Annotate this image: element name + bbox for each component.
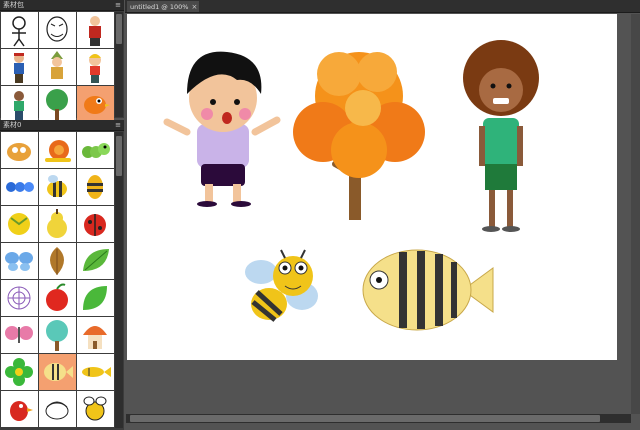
- asset-snail-bug[interactable]: [1, 132, 38, 168]
- panel-header: 素材0 ≡: [0, 120, 124, 131]
- panel-header: 素材包 ≡: [0, 0, 124, 11]
- panel-scrollbar[interactable]: [115, 12, 123, 117]
- asset-striped-bee[interactable]: [77, 169, 114, 205]
- asset-green-leaf[interactable]: [77, 243, 114, 279]
- asset-yellow-pear[interactable]: [39, 206, 76, 242]
- asset-gnome-girl[interactable]: [39, 49, 76, 85]
- asset-green-tree[interactable]: [39, 86, 76, 122]
- asset-green-caterpillar[interactable]: [77, 132, 114, 168]
- asset-orange-bird[interactable]: [77, 86, 114, 122]
- document-tab-label: untitled1 @ 100%: [130, 2, 189, 11]
- asset-bandana-boy[interactable]: [1, 49, 38, 85]
- asset-panel-bottom: 素材0 ≡: [0, 120, 124, 430]
- asset-pink-butterfly[interactable]: [1, 317, 38, 353]
- panel-title: 素材包: [3, 0, 24, 9]
- asset-teal-tree[interactable]: [39, 317, 76, 353]
- scrollbar-thumb[interactable]: [130, 415, 600, 422]
- asset-red-shirt-man[interactable]: [77, 12, 114, 48]
- document-canvas[interactable]: [127, 14, 617, 360]
- asset-yellow-bug[interactable]: [1, 206, 38, 242]
- panel-menu-icon[interactable]: ≡: [115, 0, 121, 11]
- canvas-horizontal-scrollbar[interactable]: [126, 414, 631, 423]
- curly-hair-man[interactable]: [463, 40, 539, 232]
- asset-blue-butterfly[interactable]: [1, 243, 38, 279]
- close-icon[interactable]: ×: [191, 3, 197, 11]
- asset-orange-snail[interactable]: [39, 132, 76, 168]
- document-tab[interactable]: untitled1 @ 100% ×: [127, 1, 199, 12]
- asset-striped-fish[interactable]: [39, 354, 76, 390]
- striped-fish[interactable]: [362, 249, 494, 331]
- asset-blue-ant[interactable]: [1, 169, 38, 205]
- asset-ladybug[interactable]: [77, 206, 114, 242]
- asset-brown-leaf[interactable]: [39, 243, 76, 279]
- asset-grid: [1, 132, 114, 427]
- asset-panel-top: 素材包 ≡: [0, 0, 124, 122]
- asset-grid: [1, 12, 114, 122]
- asset-sketch-face[interactable]: [39, 12, 76, 48]
- panel-menu-icon[interactable]: ≡: [115, 120, 121, 131]
- asset-red-apple[interactable]: [39, 280, 76, 316]
- asset-white-bird[interactable]: [39, 391, 76, 427]
- panel-scrollbar[interactable]: [115, 132, 123, 428]
- scrollbar-thumb[interactable]: [116, 136, 122, 176]
- asset-green-shirt-boy[interactable]: [1, 86, 38, 122]
- asset-bee-outline[interactable]: [77, 391, 114, 427]
- asset-stick-figure[interactable]: [1, 12, 38, 48]
- autumn-tree[interactable]: [293, 52, 425, 220]
- asset-blonde-boy[interactable]: [77, 49, 114, 85]
- asset-yellow-fish[interactable]: [77, 354, 114, 390]
- asset-cartoon-bee[interactable]: [39, 169, 76, 205]
- asset-spider-web[interactable]: [1, 280, 38, 316]
- canvas-vertical-scrollbar[interactable]: [631, 14, 640, 414]
- asset-red-bird[interactable]: [1, 391, 38, 427]
- document-tab-bar: untitled1 @ 100% ×: [125, 0, 640, 13]
- scrollbar-thumb[interactable]: [116, 14, 122, 44]
- asset-mushroom-house[interactable]: [77, 317, 114, 353]
- waving-boy[interactable]: [163, 51, 281, 207]
- asset-green-flower[interactable]: [1, 354, 38, 390]
- panel-title: 素材0: [3, 120, 22, 129]
- cartoon-bee[interactable]: [245, 249, 318, 322]
- asset-green-leaf-2[interactable]: [77, 280, 114, 316]
